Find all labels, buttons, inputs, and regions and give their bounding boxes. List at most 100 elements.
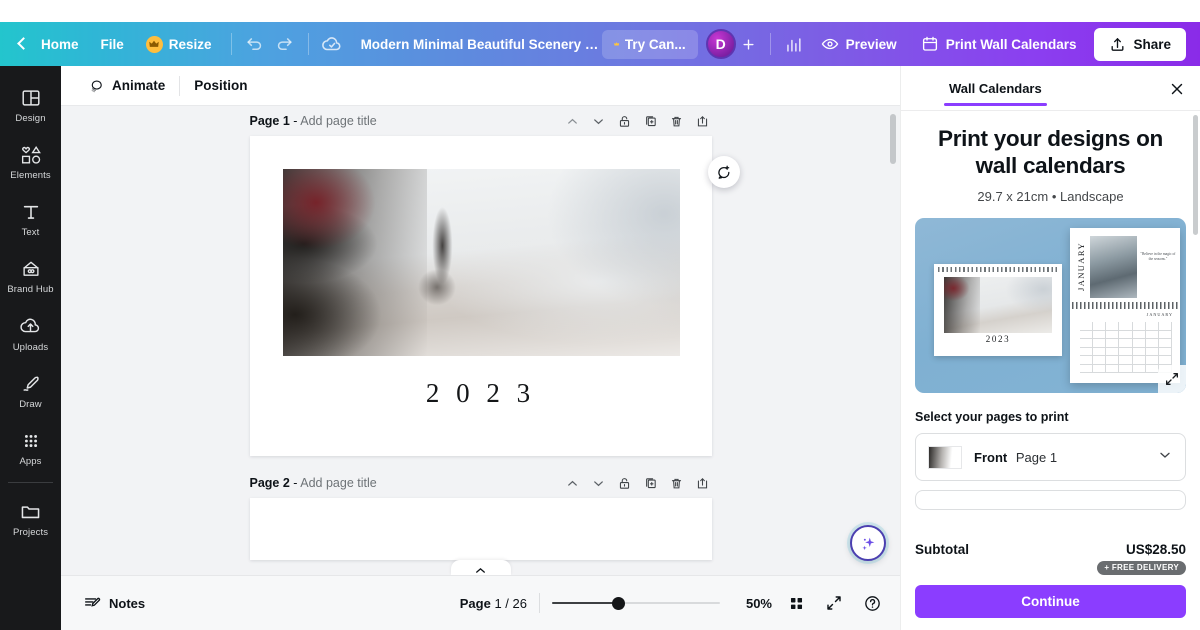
help-circle-icon[interactable] — [858, 589, 886, 617]
month-vertical-label: JANUARY — [1076, 242, 1086, 292]
position-label: Position — [194, 78, 248, 93]
page-1-title-placeholder[interactable]: Add page title — [300, 114, 376, 128]
grid-view-icon[interactable] — [782, 589, 810, 617]
chevron-down-icon[interactable] — [590, 112, 608, 130]
chevron-up-icon[interactable] — [564, 474, 582, 492]
notes-label: Notes — [109, 595, 146, 611]
magic-sparkles-icon[interactable] — [850, 525, 886, 561]
sidebar-item-apps[interactable]: Apps — [0, 419, 61, 476]
sidebar-item-label: Uploads — [12, 342, 49, 353]
panel-body[interactable]: Print your designs on wall calendars 29.… — [901, 111, 1200, 532]
sidebar-item-elements[interactable]: Elements — [0, 133, 61, 190]
canvas-scroll-area[interactable]: Page 1 - Add page title 2 0 2 3 Page 2 -… — [61, 106, 900, 575]
sidebar-item-projects[interactable]: Projects — [0, 489, 61, 547]
chevron-up-icon — [476, 568, 485, 573]
notes-icon — [85, 597, 101, 607]
try-canva-label: Try Can... — [624, 36, 686, 52]
pen-draw-icon — [22, 376, 39, 391]
preview-button[interactable]: Preview — [809, 28, 909, 60]
lock-icon[interactable] — [616, 474, 634, 492]
sidebar-item-design[interactable]: Design — [0, 76, 61, 133]
chevron-down-icon[interactable] — [1157, 447, 1173, 468]
lock-icon[interactable] — [616, 112, 634, 130]
page-counter[interactable]: Page 1 / 26 — [460, 596, 527, 611]
sidebar-item-label: Brand Hub — [7, 284, 54, 295]
expand-arrows-icon[interactable] — [1158, 365, 1186, 393]
share-button[interactable]: Share — [1094, 27, 1186, 61]
trash-icon[interactable] — [668, 474, 686, 492]
month-label: JANUARY — [1146, 312, 1173, 317]
add-comment-icon[interactable] — [708, 156, 740, 188]
divider — [230, 33, 232, 55]
collapse-panel-tab[interactable] — [450, 560, 511, 575]
page-2-title-placeholder[interactable]: Add page title — [300, 476, 376, 490]
sidebar-item-draw[interactable]: Draw — [0, 362, 61, 419]
text-t-icon — [23, 205, 38, 219]
animate-button[interactable]: Animate — [73, 71, 179, 101]
resize-button[interactable]: Resize — [135, 30, 223, 59]
zoom-slider[interactable] — [552, 595, 720, 611]
zoom-level-label[interactable]: 50% — [734, 596, 772, 611]
chevron-up-icon[interactable] — [564, 112, 582, 130]
page-1-label[interactable]: Page 1 - Add page title — [250, 114, 377, 128]
tab-wall-calendars[interactable]: Wall Calendars — [944, 81, 1047, 106]
page-1-canvas[interactable]: 2 0 2 3 — [249, 136, 712, 456]
duplicate-page-icon[interactable] — [642, 474, 660, 492]
eye-icon — [821, 38, 838, 50]
design-layout-icon — [21, 90, 40, 106]
document-title[interactable]: Modern Minimal Beautiful Scenery 2023 ..… — [361, 37, 601, 52]
add-collaborator-button[interactable] — [736, 31, 762, 57]
page-2-canvas[interactable] — [249, 498, 712, 560]
position-button[interactable]: Position — [180, 72, 261, 99]
sidebar-item-text[interactable]: Text — [0, 190, 61, 247]
duplicate-page-icon[interactable] — [642, 112, 660, 130]
panel-subtitle: 29.7 x 21cm • Landscape — [977, 189, 1124, 204]
page-2-dash: - — [293, 476, 298, 490]
animate-label: Animate — [112, 78, 166, 93]
bottom-status-bar: Notes Page 1 / 26 50% — [61, 575, 900, 630]
canvas-scrollbar[interactable] — [890, 114, 896, 164]
page-2-header: Page 2 - Add page title — [250, 468, 712, 498]
page-select-row-next[interactable] — [915, 490, 1186, 510]
fullscreen-icon[interactable] — [820, 589, 848, 617]
chevron-down-icon[interactable] — [590, 474, 608, 492]
page-select-row[interactable]: Front Page 1 — [915, 433, 1186, 481]
bar-chart-icon[interactable] — [779, 29, 809, 59]
calendar-preview-image[interactable]: 2023 JANUARY "Believe in the magic of th… — [915, 218, 1186, 393]
panel-footer: Subtotal US$28.50 + FREE DELIVERY Contin… — [901, 531, 1200, 630]
year-text[interactable]: 2 0 2 3 — [250, 378, 712, 409]
undo-icon[interactable] — [240, 29, 270, 59]
expand-page-icon[interactable] — [694, 112, 712, 130]
close-x-icon[interactable] — [1164, 76, 1190, 102]
home-button[interactable]: Home — [30, 31, 90, 58]
calendar-icon — [922, 36, 937, 51]
expand-page-icon[interactable] — [694, 474, 712, 492]
avatar[interactable]: D — [705, 29, 736, 59]
chevron-left-icon[interactable] — [14, 36, 30, 52]
spiral-binding — [938, 267, 1058, 272]
print-wall-calendars-button[interactable]: Print Wall Calendars — [909, 28, 1089, 60]
file-menu-button[interactable]: File — [90, 31, 135, 58]
notes-button[interactable]: Notes — [75, 588, 153, 618]
top-header-bar: Home File Resize Modern Minimal Beautifu… — [0, 22, 1200, 66]
folder-icon — [21, 506, 40, 519]
sidebar-item-brand-hub[interactable]: Brand Hub — [0, 247, 61, 304]
month-photo — [1090, 236, 1137, 298]
sidebar-item-uploads[interactable]: Uploads — [0, 304, 61, 362]
try-canva-pro-button[interactable]: Try Can... — [601, 29, 698, 59]
slider-knob[interactable] — [612, 596, 625, 610]
animate-circles-icon — [91, 79, 102, 92]
spiral-binding — [1072, 302, 1178, 309]
redo-icon[interactable] — [270, 29, 300, 59]
trash-icon[interactable] — [668, 112, 686, 130]
select-pages-label: Select your pages to print — [915, 410, 1069, 424]
scenery-photo[interactable] — [282, 169, 680, 356]
panel-scrollbar[interactable] — [1193, 115, 1198, 235]
panel-title: Print your designs on wall calendars — [938, 126, 1163, 178]
print-label: Print Wall Calendars — [945, 36, 1077, 52]
page-2-label[interactable]: Page 2 - Add page title — [250, 476, 377, 490]
divider — [8, 482, 53, 483]
continue-button[interactable]: Continue — [915, 585, 1186, 618]
divider — [307, 33, 309, 55]
cloud-saved-icon[interactable] — [317, 29, 347, 59]
